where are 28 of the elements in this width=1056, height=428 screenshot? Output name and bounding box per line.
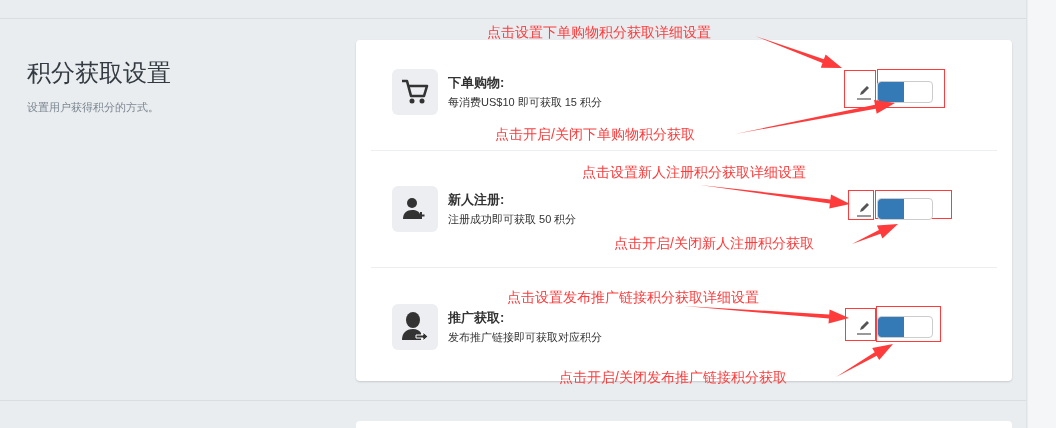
- annotation-arrow: [836, 344, 893, 377]
- cart-icon: [401, 79, 429, 105]
- user-add-icon: [403, 197, 427, 221]
- toggle-switch[interactable]: [877, 198, 933, 220]
- annotation-text: 点击开启/关闭新人注册积分获取: [614, 234, 814, 253]
- pencil-icon: [856, 84, 872, 100]
- toggle-switch[interactable]: [877, 316, 933, 338]
- annotation-text: 点击开启/关闭发布推广链接积分获取: [559, 368, 787, 387]
- annotation-arrow: [852, 224, 898, 244]
- item-title: 推广获取:: [448, 309, 506, 327]
- toggle-switch[interactable]: [877, 81, 933, 103]
- item-description: 注册成功即可获取 50 积分: [448, 212, 577, 227]
- item-description: 发布推广链接即可获取对应积分: [448, 330, 602, 345]
- item-title: 新人注册:: [448, 191, 506, 209]
- item-title: 下单购物:: [448, 74, 506, 92]
- user-share-icon: [402, 312, 428, 342]
- annotation-text: 点击设置新人注册积分获取详细设置: [582, 163, 806, 182]
- edit-button[interactable]: [855, 318, 873, 336]
- pencil-icon: [856, 201, 872, 217]
- annotation-text: 点击设置发布推广链接积分获取详细设置: [507, 288, 759, 307]
- annotation-text: 点击设置下单购物积分获取详细设置: [487, 23, 711, 42]
- edit-button[interactable]: [855, 83, 873, 101]
- item-description: 每消费US$10 即可获取 15 积分: [448, 95, 603, 110]
- pencil-icon: [856, 319, 872, 335]
- edit-button[interactable]: [855, 200, 873, 218]
- section-title: 积分获取设置: [27, 58, 172, 88]
- annotation-text: 点击开启/关闭下单购物积分获取: [495, 125, 695, 144]
- section-description: 设置用户获得积分的方式。: [27, 100, 160, 115]
